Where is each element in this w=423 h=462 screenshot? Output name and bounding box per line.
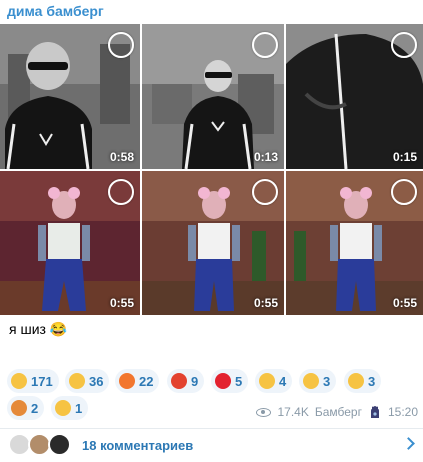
hamsa-hand-icon [370, 406, 379, 418]
thinking-face-icon [303, 373, 319, 389]
fire-icon [119, 373, 135, 389]
video-thumbnail[interactable]: 0:55 [286, 171, 423, 315]
red-heart-icon [215, 373, 231, 389]
reaction-chip[interactable]: 22 [115, 369, 160, 393]
comments-bar[interactable]: 18 комментариев [0, 429, 423, 462]
reaction-chip[interactable]: 171 [7, 369, 59, 393]
reaction-count: 9 [191, 373, 199, 389]
avatar [48, 433, 71, 456]
eye-icon [256, 407, 272, 417]
message-caption: я шиз 😂 [9, 321, 68, 337]
reaction-count: 3 [323, 373, 331, 389]
crying-face-icon [55, 400, 71, 416]
post-author: Бамберг [314, 405, 362, 419]
video-duration: 0:58 [109, 150, 134, 164]
grinning-face-icon [11, 373, 27, 389]
message-meta: 17.4K Бамберг 15:20 [256, 405, 418, 419]
reaction-chip[interactable]: 4 [255, 369, 293, 393]
reaction-chip[interactable]: 9 [167, 369, 205, 393]
reaction-chip[interactable]: 3 [299, 369, 337, 393]
party-popper-icon [11, 400, 27, 416]
reaction-count: 2 [31, 400, 39, 416]
reaction-chip[interactable]: 1 [51, 396, 89, 420]
commenter-avatars [8, 433, 72, 457]
reaction-chip[interactable]: 36 [65, 369, 110, 393]
reaction-count: 36 [89, 373, 104, 389]
video-duration: 0:55 [109, 296, 134, 310]
angry-face-icon [171, 373, 187, 389]
view-count: 17.4K [277, 405, 309, 419]
reaction-count: 5 [235, 373, 243, 389]
select-circle[interactable] [391, 179, 417, 205]
select-circle[interactable] [108, 32, 134, 58]
video-thumbnail[interactable]: 0:55 [142, 171, 284, 315]
video-duration: 0:55 [253, 296, 278, 310]
video-duration: 0:13 [253, 150, 278, 164]
reaction-chip[interactable]: 2 [7, 396, 45, 420]
channel-name[interactable]: дима бамберг [7, 3, 104, 19]
select-circle[interactable] [391, 32, 417, 58]
video-thumbnail[interactable]: 0:13 [142, 24, 284, 169]
reaction-chip[interactable]: 5 [211, 369, 249, 393]
reaction-count: 4 [279, 373, 287, 389]
select-circle[interactable] [252, 32, 278, 58]
reaction-count: 1 [75, 400, 83, 416]
post-time: 15:20 [387, 405, 418, 419]
reaction-count: 171 [31, 373, 53, 389]
select-circle[interactable] [252, 179, 278, 205]
video-duration: 0:55 [392, 296, 417, 310]
reaction-count: 22 [139, 373, 154, 389]
chevron-right-icon[interactable] [402, 437, 415, 450]
video-thumbnail[interactable]: 0:55 [0, 171, 140, 315]
media-grid: 0:58 0:13 0:15 0:55 0:55 0:55 [0, 24, 423, 315]
comments-link[interactable]: 18 комментариев [82, 438, 193, 453]
reaction-chip[interactable]: 3 [344, 369, 382, 393]
video-thumbnail[interactable]: 0:58 [0, 24, 140, 169]
video-thumbnail[interactable]: 0:15 [286, 24, 423, 169]
reaction-count: 3 [368, 373, 376, 389]
video-duration: 0:15 [392, 150, 417, 164]
thumbs-up-icon [69, 373, 85, 389]
select-circle[interactable] [108, 179, 134, 205]
clapping-hands-icon [259, 373, 275, 389]
star-struck-icon [348, 373, 364, 389]
